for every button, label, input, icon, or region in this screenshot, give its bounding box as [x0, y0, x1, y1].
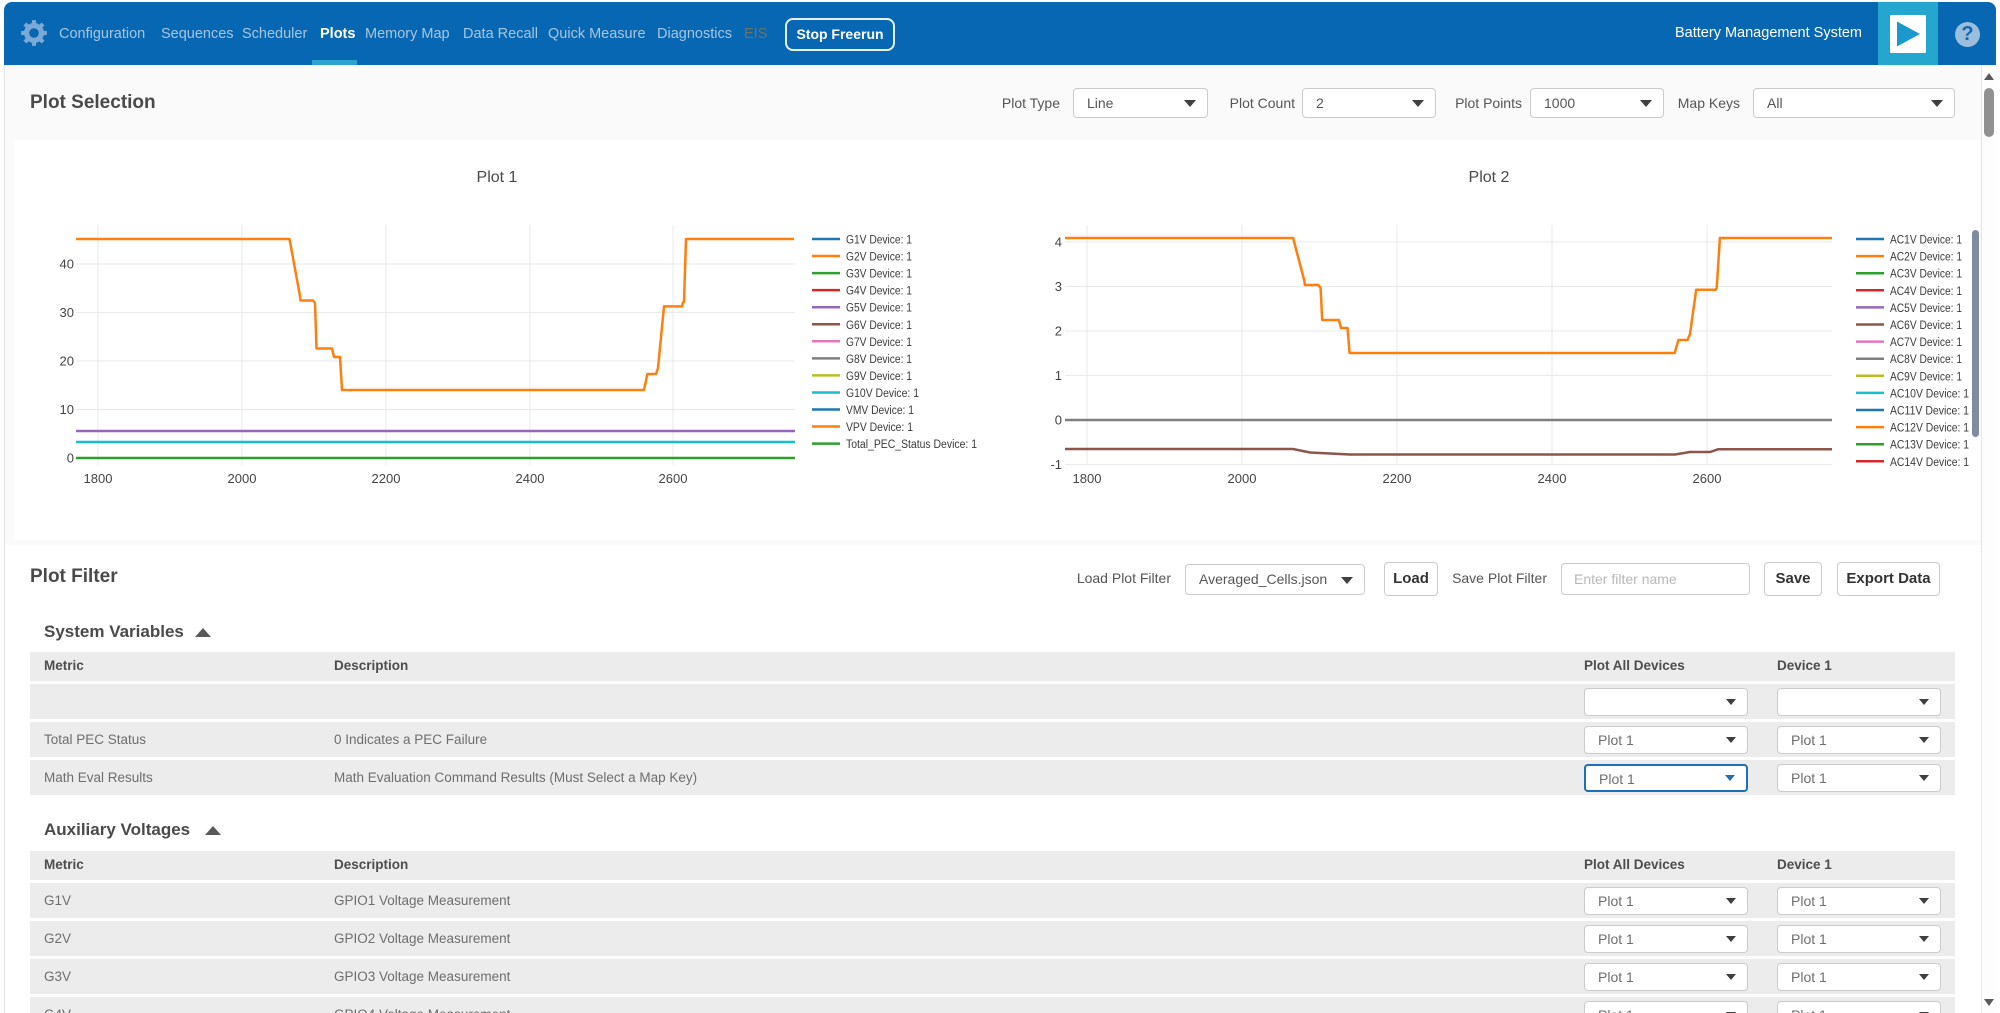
svg-text:-1: -1 [1050, 457, 1062, 472]
svg-text:2200: 2200 [372, 471, 401, 486]
svg-text:10: 10 [60, 402, 74, 417]
svg-text:AC9V Device: 1: AC9V Device: 1 [1890, 371, 1962, 383]
svg-text:2000: 2000 [1228, 471, 1257, 486]
svg-text:0: 0 [67, 451, 74, 466]
svg-text:1: 1 [1055, 368, 1062, 383]
svg-text:Plot 1: Plot 1 [477, 169, 518, 186]
svg-text:G9V Device: 1: G9V Device: 1 [846, 371, 912, 383]
svg-text:40: 40 [60, 257, 74, 272]
svg-text:G5V Device: 1: G5V Device: 1 [846, 303, 912, 315]
svg-text:2200: 2200 [1383, 471, 1412, 486]
svg-text:AC11V Device: 1: AC11V Device: 1 [1890, 406, 1969, 418]
svg-text:2400: 2400 [1538, 471, 1567, 486]
svg-text:20: 20 [60, 354, 74, 369]
svg-text:G7V Device: 1: G7V Device: 1 [846, 337, 912, 349]
svg-text:4: 4 [1055, 235, 1062, 250]
svg-text:AC3V Device: 1: AC3V Device: 1 [1890, 269, 1962, 281]
svg-text:G3V Device: 1: G3V Device: 1 [846, 269, 912, 281]
svg-text:Total_PEC_Status Device: 1: Total_PEC_Status Device: 1 [846, 439, 977, 451]
svg-text:G8V Device: 1: G8V Device: 1 [846, 354, 912, 366]
svg-text:AC1V Device: 1: AC1V Device: 1 [1890, 235, 1962, 247]
svg-text:VPV Device: 1: VPV Device: 1 [846, 422, 913, 434]
svg-text:0: 0 [1055, 413, 1062, 428]
svg-text:G1V Device: 1: G1V Device: 1 [846, 235, 912, 247]
svg-text:2600: 2600 [659, 471, 688, 486]
svg-text:AC6V Device: 1: AC6V Device: 1 [1890, 320, 1962, 332]
svg-text:AC5V Device: 1: AC5V Device: 1 [1890, 303, 1962, 315]
svg-text:AC8V Device: 1: AC8V Device: 1 [1890, 354, 1962, 366]
svg-text:VMV Device: 1: VMV Device: 1 [846, 405, 914, 417]
svg-text:30: 30 [60, 305, 74, 320]
svg-text:3: 3 [1055, 279, 1062, 294]
svg-text:2600: 2600 [1693, 471, 1722, 486]
svg-text:G10V Device: 1: G10V Device: 1 [846, 388, 919, 400]
svg-text:AC2V Device: 1: AC2V Device: 1 [1890, 252, 1962, 264]
svg-text:AC13V Device: 1: AC13V Device: 1 [1890, 440, 1969, 452]
svg-text:G6V Device: 1: G6V Device: 1 [846, 320, 912, 332]
svg-text:AC4V Device: 1: AC4V Device: 1 [1890, 286, 1962, 298]
svg-text:1800: 1800 [1073, 471, 1102, 486]
svg-text:AC12V Device: 1: AC12V Device: 1 [1890, 423, 1969, 435]
svg-text:G4V Device: 1: G4V Device: 1 [846, 286, 912, 298]
svg-text:AC7V Device: 1: AC7V Device: 1 [1890, 337, 1962, 349]
svg-text:2000: 2000 [228, 471, 257, 486]
svg-text:Plot 2: Plot 2 [1469, 169, 1510, 186]
svg-text:1800: 1800 [84, 471, 113, 486]
svg-text:2400: 2400 [516, 471, 545, 486]
svg-text:G2V Device: 1: G2V Device: 1 [846, 252, 912, 264]
svg-text:2: 2 [1055, 324, 1062, 339]
svg-text:AC14V Device: 1: AC14V Device: 1 [1890, 457, 1969, 469]
svg-text:AC10V Device: 1: AC10V Device: 1 [1890, 388, 1969, 400]
